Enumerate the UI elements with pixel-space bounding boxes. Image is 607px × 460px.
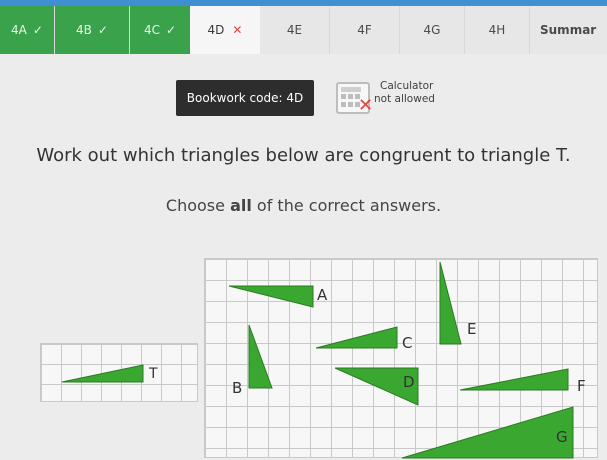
triangle-b-label: B bbox=[232, 379, 242, 397]
triangle-e[interactable] bbox=[439, 261, 462, 345]
triangles-layer: T A C E B D F G bbox=[61, 261, 586, 459]
triangle-g[interactable] bbox=[401, 406, 574, 459]
triangle-t bbox=[61, 364, 144, 383]
triangle-g-label: G bbox=[556, 428, 568, 446]
triangle-f-label: F bbox=[577, 377, 586, 395]
triangle-e-label: E bbox=[467, 320, 476, 338]
triangle-a[interactable] bbox=[228, 285, 314, 308]
triangle-c-label: C bbox=[402, 334, 412, 352]
triangle-d-label: D bbox=[403, 373, 415, 391]
triangle-c[interactable] bbox=[315, 326, 398, 349]
triangle-f[interactable] bbox=[459, 368, 569, 391]
triangle-t-label: T bbox=[148, 366, 158, 382]
triangle-b[interactable] bbox=[248, 324, 273, 389]
triangle-a-label: A bbox=[317, 286, 328, 304]
